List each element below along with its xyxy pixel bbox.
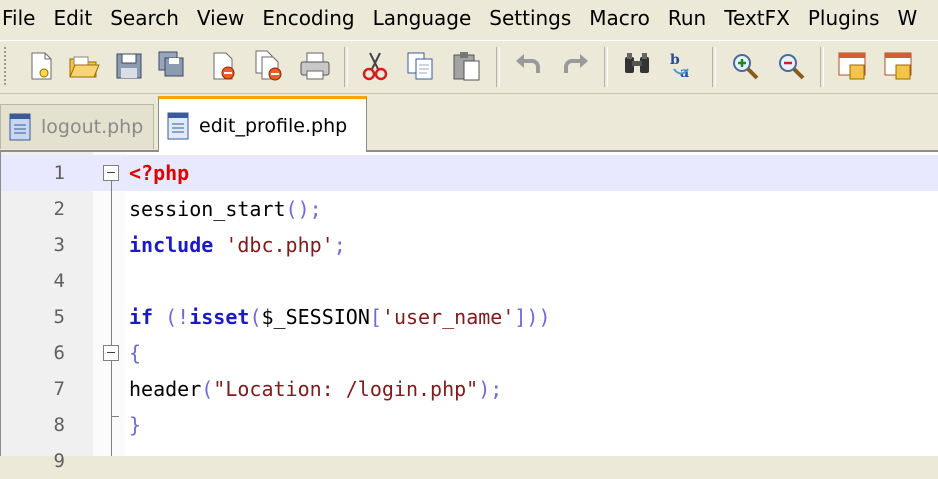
code-token: (); [285,197,322,221]
toolbar-separator [712,47,716,87]
code-token: 'user_name' [381,305,515,329]
line-number: 3 [53,234,65,256]
menu-settings[interactable]: Settings [489,0,583,36]
code-editor[interactable]: 1 <?php 2 session_start(); 3 include 'dbc.php… [0,152,938,472]
file-saved-icon [9,113,31,141]
line-number: 1 [53,162,65,184]
tab-label: edit_profile.php [199,115,348,137]
sync-vertical-icon[interactable] [836,49,870,83]
code-token: } [129,413,142,437]
fold-guide [111,180,112,364]
menu-macro[interactable]: Macro [589,0,662,36]
code-token: ); [478,377,503,401]
code-token: header [129,377,202,401]
redo-icon[interactable] [558,49,592,83]
find-icon[interactable] [620,49,654,83]
menu-plugins[interactable]: Plugins [808,0,892,36]
tab-logout-php[interactable]: logout.php [0,104,154,149]
code-token: session_start [129,197,286,221]
line-number: 4 [53,270,65,292]
code-text: session_start(); [129,191,322,227]
toolbar-separator [820,47,824,87]
new-file-icon[interactable] [24,49,58,83]
line-number: 9 [53,450,65,472]
code-token: { [129,341,142,365]
code-line[interactable]: 2 session_start(); [1,191,938,227]
code-token: isset [189,305,250,329]
code-line[interactable]: 9 [1,443,938,479]
line-number: 7 [53,378,65,400]
code-line[interactable]: 8} [1,407,938,443]
code-token: ( [249,305,262,329]
replace-icon[interactable]: ba [666,49,700,83]
line-number: 2 [53,198,65,220]
code-text: if (!isset($_SESSION['user_name'])) [129,299,550,335]
menu-edit[interactable]: Edit [53,0,104,36]
line-number: 8 [53,414,65,436]
code-text: { [129,335,141,371]
line-number: 5 [53,306,65,328]
menu-view[interactable]: View [197,0,256,36]
undo-icon[interactable] [512,49,546,83]
menu-language[interactable]: Language [373,0,484,36]
menu-file[interactable]: File [2,0,47,36]
toolbar-separator [496,47,500,87]
cut-icon[interactable] [358,49,392,83]
code-line[interactable]: 7 header("Location: /login.php"); [1,371,938,407]
code-text: <?php [129,155,189,191]
code-token: 'dbc.php' [225,233,334,257]
svg-text:b: b [670,52,680,68]
code-token: ; [333,233,346,257]
code-line[interactable]: 6{ [1,335,938,371]
code-token: ( [201,377,214,401]
code-token: "Location: /login.php" [213,377,479,401]
toolbar-grip[interactable] [4,47,10,85]
save-all-icon[interactable] [156,49,190,83]
code-line[interactable]: 1 <?php [1,155,938,191]
paste-icon[interactable] [450,49,484,83]
zoom-in-icon[interactable] [728,49,762,83]
code-text: header("Location: /login.php"); [129,371,502,407]
menu-textfx[interactable]: TextFX [724,0,802,36]
close-icon[interactable] [206,49,240,83]
file-saved-icon [167,112,189,140]
code-token: $_SESSION [261,305,370,329]
menu-run[interactable]: Run [668,0,718,36]
code-line[interactable]: 5 if (!isset($_SESSION['user_name'])) [1,299,938,335]
copy-icon[interactable] [404,49,438,83]
toolbar: ba [0,40,938,94]
toolbar-separator [604,47,608,87]
code-token: [ [369,305,382,329]
zoom-out-icon[interactable] [774,49,808,83]
code-text: } [129,407,141,443]
code-line[interactable]: 4 [1,263,938,299]
code-text: include 'dbc.php'; [129,227,346,263]
fold-guide [111,416,112,456]
code-token: if [129,305,154,329]
code-token: <?php [129,161,190,185]
save-icon[interactable] [112,49,146,83]
fold-end-marker [111,416,119,417]
tab-label: logout.php [41,116,144,138]
menu-search[interactable]: Search [110,0,191,36]
fold-guide [111,360,112,416]
line-number: 6 [53,342,65,364]
code-token: ])) [514,305,551,329]
code-token: include [129,233,214,257]
menu-window[interactable]: W [897,0,929,36]
tab-bar: logout.php edit_profile.php [0,96,938,153]
toolbar-separator [344,47,348,87]
code-token: (! [153,305,190,329]
code-line[interactable]: 3 include 'dbc.php'; [1,227,938,263]
menu-encoding[interactable]: Encoding [262,0,366,36]
print-icon[interactable] [298,49,332,83]
fold-toggle-icon[interactable] [103,345,119,361]
close-all-icon[interactable] [252,49,286,83]
fold-toggle-icon[interactable] [103,165,119,181]
tab-edit-profile-php[interactable]: edit_profile.php [158,96,367,153]
open-file-icon[interactable] [66,49,100,83]
menu-bar: File Edit Search View Encoding Language … [0,0,938,36]
sync-horizontal-icon[interactable] [882,49,916,83]
